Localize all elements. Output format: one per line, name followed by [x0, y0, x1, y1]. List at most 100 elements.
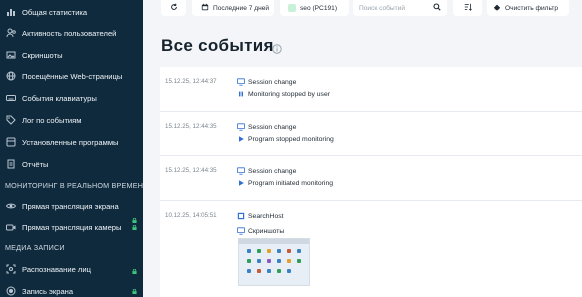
user-filter-label: seo (PC191) [300, 4, 338, 12]
clear-filter-button[interactable]: Очистить фильтр [487, 0, 569, 16]
record-icon [6, 286, 16, 296]
search-input[interactable]: Поиск событий [359, 5, 405, 12]
sidebar-item-live-camera[interactable]: Прямая трансляция камеры [0, 217, 143, 237]
sidebar-item-user-activity[interactable]: Активность пользователей [0, 23, 143, 43]
monitor-icon [237, 167, 245, 175]
event-row[interactable]: 15.12.25, 12:44:37 Session change Monito… [160, 67, 582, 112]
thumbnail-app-icon [297, 259, 301, 263]
sidebar-item-event-log[interactable]: Лог по событиям [0, 110, 143, 130]
sidebar-item-label: Лог по событиям [22, 115, 82, 125]
info-icon[interactable] [272, 41, 282, 54]
thumbnail-app-icon [257, 269, 261, 273]
sidebar-item-label: Отчёты [22, 159, 49, 169]
thumbnail-app-icon [247, 269, 251, 273]
refresh-icon [170, 3, 178, 13]
event-line: Session change [237, 123, 296, 131]
event-row[interactable]: 10.12.25, 14:05:51 SearchHost Скриншоты [160, 201, 582, 297]
event-line-text: Session change [248, 167, 297, 175]
thumbnail-app-icon [277, 259, 281, 263]
event-row[interactable]: 15.12.25, 12:44:35 Session change Progra… [160, 112, 582, 156]
thumbnail-app-icon [287, 269, 291, 273]
sidebar-item-label: Прямая трансляция камеры [22, 222, 122, 232]
screenshot-thumbnail[interactable] [238, 238, 310, 286]
sidebar-item-installed-programs[interactable]: Установленные программы [0, 132, 143, 152]
event-timestamp: 15.12.25, 12:44:37 [165, 78, 217, 85]
event-line-text: Monitoring stopped by user [248, 90, 330, 98]
sidebar-item-screen-recording[interactable]: Запись экрана [0, 281, 143, 297]
event-line-text: SearchHost [248, 212, 284, 220]
keyboard-icon [6, 93, 16, 103]
user-filter[interactable]: seo (PC191) [280, 0, 349, 16]
event-line: Program initiated monitoring [237, 179, 333, 187]
sidebar-item-label: Скриншоты [22, 50, 63, 60]
thumbnail-app-icon [297, 249, 301, 253]
sidebar-item-label: Прямая трансляция экрана [22, 201, 119, 211]
sidebar-item-statistics[interactable]: Общая статистика [0, 2, 143, 22]
date-range-filter[interactable]: Последние 7 дней [192, 0, 274, 16]
search-button[interactable] [427, 0, 447, 16]
lock-icon [132, 217, 137, 230]
lock-icon [132, 281, 137, 294]
calendar-icon [201, 3, 213, 13]
sidebar-item-face-recognition[interactable]: Распознавание лиц [0, 259, 143, 279]
app-icon [237, 212, 245, 220]
event-line-text: Program stopped monitoring [248, 135, 334, 143]
sidebar-item-live-screen[interactable]: Прямая трансляция экрана [0, 196, 143, 223]
thumbnail-app-icon [287, 249, 291, 253]
sidebar-item-web-pages[interactable]: Посещённые Web-страницы [0, 66, 143, 86]
sidebar-item-keyboard[interactable]: События клавиатуры [0, 88, 143, 108]
section-media-heading: МЕДИА ЗАПИСИ [5, 243, 65, 252]
thumbnail-titlebar [239, 239, 309, 244]
sidebar-item-label: Посещённые Web-страницы [22, 71, 123, 81]
event-line: Session change [237, 78, 296, 86]
sidebar-item-screenshots[interactable]: Скриншоты [0, 45, 143, 65]
event-line: Monitoring stopped by user [237, 90, 330, 98]
monitor-icon [237, 123, 245, 131]
sidebar-item-label: Запись экрана [22, 286, 74, 296]
play-icon [237, 179, 245, 187]
event-timestamp: 10.12.25, 14:05:51 [165, 212, 217, 219]
section-realtime-heading: МОНИТОРИНГ В РЕАЛЬНОМ ВРЕМЕНИ [5, 181, 143, 190]
events-list: 15.12.25, 12:44:37 Session change Monito… [160, 67, 582, 297]
event-line-text: Скриншоты [248, 227, 285, 235]
event-timestamp: 15.12.25, 12:44:35 [165, 123, 217, 130]
users-icon [6, 28, 16, 38]
event-line: SearchHost [237, 212, 284, 220]
sidebar-item-label: Активность пользователей [22, 28, 117, 38]
event-line-text: Session change [248, 123, 297, 131]
sidebar-item-label: Установленные программы [22, 137, 119, 147]
date-range-label: Последние 7 дней [213, 4, 270, 12]
lock-icon [132, 261, 137, 274]
thumbnail-app-icon [247, 259, 251, 263]
sidebar: Общая статистика Активность пользователе… [0, 0, 143, 297]
face-icon [6, 264, 16, 274]
thumbnail-app-icon [257, 259, 261, 263]
tag-icon [6, 115, 16, 125]
camera-icon [6, 222, 16, 232]
thumbnail-app-icon [287, 259, 291, 263]
report-icon [6, 159, 16, 169]
chart-icon [6, 7, 16, 17]
lock-icon [132, 210, 137, 223]
sidebar-item-label: Распознавание лиц [22, 264, 91, 274]
event-timestamp: 15.12.25, 12:44:35 [165, 167, 217, 174]
thumbnail-app-icon [277, 249, 281, 253]
pause-icon [237, 90, 245, 98]
user-icon [288, 4, 296, 12]
search-icon [433, 3, 441, 13]
monitor-icon [237, 78, 245, 86]
sort-icon [464, 3, 472, 13]
thumbnail-app-icon [247, 249, 251, 253]
sidebar-item-reports[interactable]: Отчёты [0, 154, 143, 174]
event-row[interactable]: 15.12.25, 12:44:35 Session change Progra… [160, 156, 582, 201]
play-icon [237, 135, 245, 143]
sidebar-item-label: События клавиатуры [22, 93, 97, 103]
event-line-text: Program initiated monitoring [248, 179, 334, 187]
sort-button[interactable] [453, 0, 482, 16]
thumbnail-app-icon [267, 269, 271, 273]
event-line-text: Session change [248, 78, 297, 86]
refresh-button[interactable] [161, 0, 186, 16]
eraser-icon [493, 3, 505, 13]
box-icon [6, 137, 16, 147]
monitor-icon [237, 227, 245, 235]
